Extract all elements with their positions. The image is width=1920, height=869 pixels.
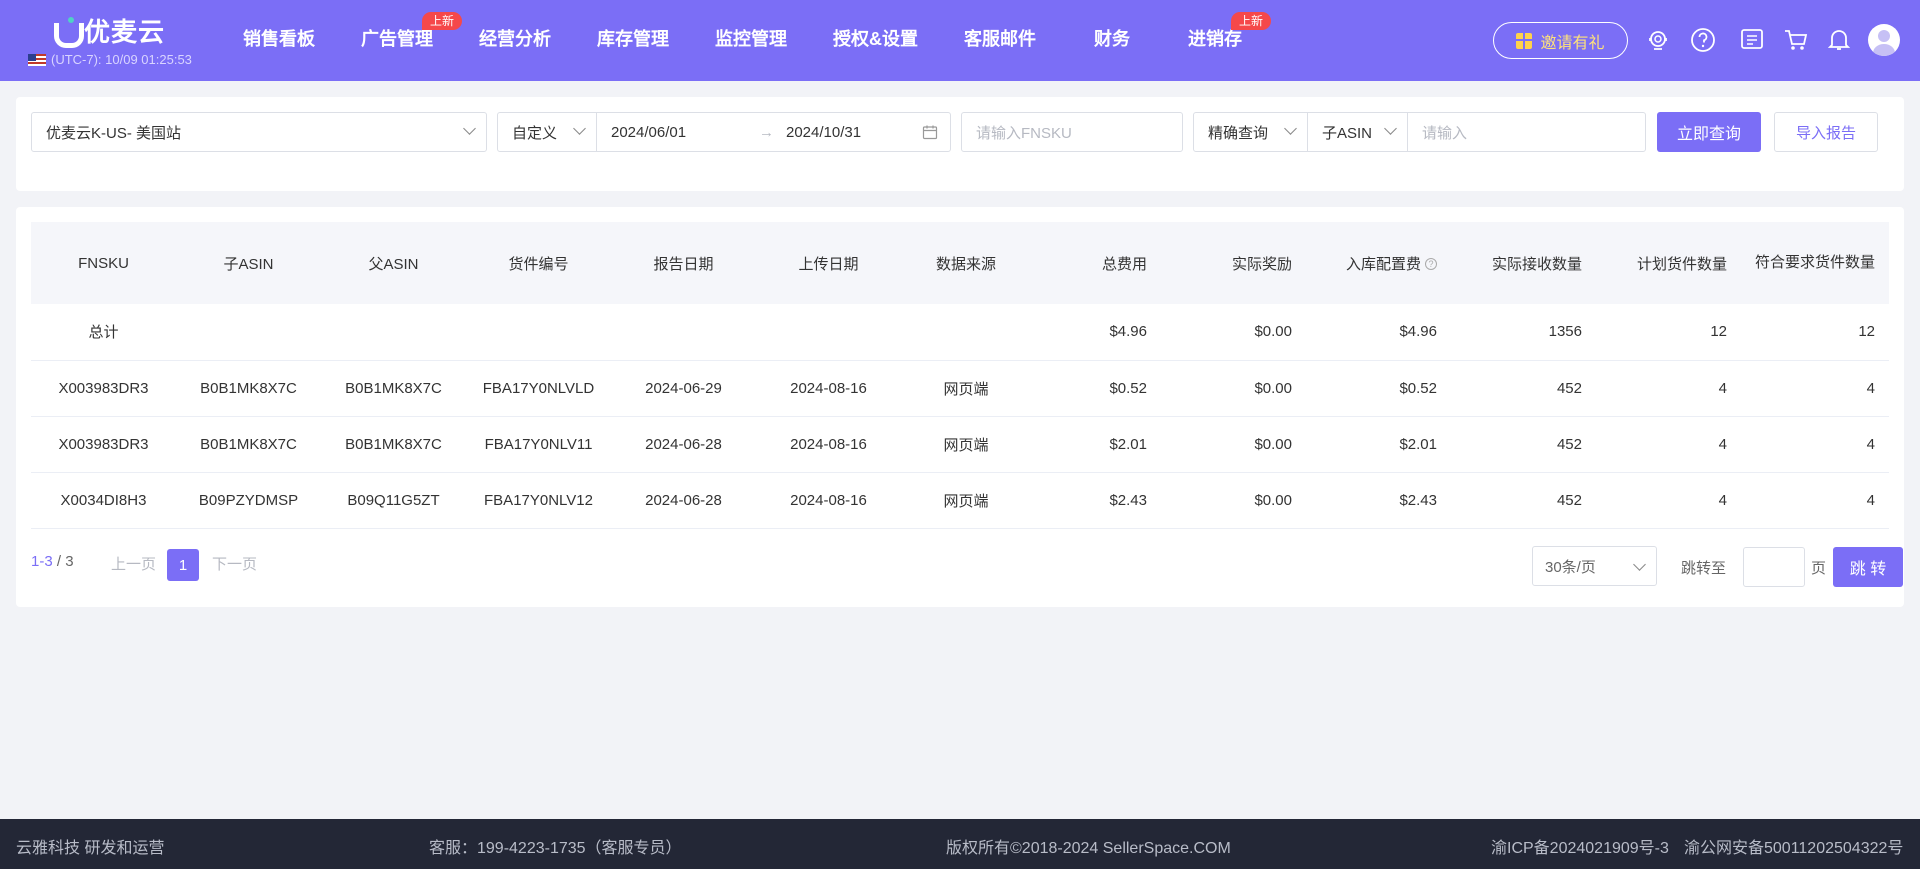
logo[interactable]: 优麦云 — [52, 12, 165, 49]
help-icon[interactable]: ? — [1425, 257, 1437, 270]
col-actual-reward: 实际奖励 — [1231, 255, 1292, 273]
date-mode-select[interactable]: 自定义 — [497, 112, 597, 152]
col-data-source: 数据来源 — [935, 255, 996, 273]
nav-purchase-sales-stock[interactable]: 进销存 上新 — [1165, 0, 1271, 81]
timezone-clock: (UTC-7): 10/09 01:25:53 — [28, 52, 192, 67]
jump-to-label: 跳转至 — [1681, 560, 1727, 577]
gift-icon — [1516, 32, 1533, 49]
field-select[interactable]: 子ASIN — [1307, 112, 1408, 152]
nav-finance[interactable]: 财务 — [1059, 0, 1165, 81]
us-flag-icon — [28, 53, 46, 66]
next-page-link[interactable]: 下一页 — [212, 553, 257, 574]
chevron-down-icon — [1284, 122, 1297, 135]
col-child-asin: 子ASIN — [223, 255, 274, 273]
table-header: FNSKU 子ASIN 父ASIN 货件编号 报告日期 上传日期 数据来源 总费… — [31, 222, 1889, 304]
page-number-current[interactable]: 1 — [167, 549, 199, 581]
table-row: X003983DR3 B0B1MK8X7C B0B1MK8X7C FBA17Y0… — [31, 360, 1889, 416]
nav-inventory[interactable]: 库存管理 — [574, 0, 692, 81]
table-row: X003983DR3 B0B1MK8X7C B0B1MK8X7C FBA17Y0… — [31, 416, 1889, 472]
top-navbar: 优麦云 (UTC-7): 10/09 01:25:53 销售看板 广告管理 上新 … — [0, 0, 1920, 81]
match-mode-select[interactable]: 精确查询 — [1193, 112, 1308, 152]
footer-icp[interactable]: 渝ICP备2024021909号-3 — [1491, 834, 1669, 858]
col-planned-qty: 计划货件数量 — [1636, 255, 1727, 273]
main-nav: 销售看板 广告管理 上新 经营分析 库存管理 监控管理 授权&设置 客服邮件 财务… — [220, 0, 1271, 81]
store-select[interactable]: 优麦云K-US- 美国站 — [31, 112, 487, 152]
nav-business-analysis[interactable]: 经营分析 — [456, 0, 574, 81]
filter-panel: 优麦云K-US- 美国站 自定义 2024/06/01 → 2024/10/31… — [16, 97, 1904, 191]
fnsku-input[interactable]: 请输入FNSKU — [961, 112, 1183, 152]
page-count: 1-3 / 3 — [31, 553, 74, 570]
results-table: FNSKU 子ASIN 父ASIN 货件编号 报告日期 上传日期 数据来源 总费… — [31, 222, 1889, 529]
date-range-picker[interactable]: 2024/06/01 → 2024/10/31 — [596, 112, 951, 152]
nav-ads-management[interactable]: 广告管理 上新 — [338, 0, 462, 81]
logo-text: 优麦云 — [84, 17, 166, 47]
footer: 云雅科技 研发和运营 客服：199-4223-1735（客服专员） 版权所有©2… — [0, 819, 1920, 869]
chevron-down-icon — [1384, 122, 1397, 135]
new-badge: 上新 — [1230, 12, 1271, 30]
pagination: 1-3 / 3 上一页 1 下一页 30条/页 跳转至 页 跳 转 — [31, 542, 1903, 587]
help-icon[interactable] — [1690, 27, 1716, 53]
jump-page-input[interactable] — [1743, 547, 1805, 587]
col-received-qty: 实际接收数量 — [1491, 255, 1582, 273]
col-parent-asin: 父ASIN — [368, 255, 419, 273]
date-start: 2024/06/01 — [611, 123, 687, 141]
nav-monitoring[interactable]: 监控管理 — [692, 0, 810, 81]
date-end: 2024/10/31 — [786, 123, 862, 141]
nav-auth-settings[interactable]: 授权&设置 — [810, 0, 941, 81]
search-button[interactable]: 立即查询 — [1657, 112, 1761, 152]
chevron-down-icon — [463, 122, 476, 135]
page-size-select[interactable]: 30条/页 — [1532, 546, 1657, 586]
footer-police[interactable]: 渝公网安备50011202504322号 — [1684, 834, 1903, 858]
keyword-input[interactable]: 请输入 — [1407, 112, 1646, 152]
range-arrow-icon: → — [759, 123, 774, 141]
col-qualified-qty: 符合要求货件数量 — [1755, 254, 1876, 271]
nav-sales-dashboard[interactable]: 销售看板 — [220, 0, 338, 81]
cart-icon[interactable] — [1783, 27, 1809, 53]
footer-service: 客服：199-4223-1735（客服专员） — [429, 840, 682, 857]
chevron-down-icon — [573, 122, 586, 135]
footer-company: 云雅科技 研发和运营 — [16, 840, 165, 857]
total-row: 总计 $4.96 $0.00 $4.96 1356 12 12 — [31, 304, 1889, 360]
col-inbound-fee: 入库配置费? — [1306, 222, 1451, 304]
nav-service-email[interactable]: 客服邮件 — [941, 0, 1059, 81]
col-shipment-id: 货件编号 — [508, 255, 569, 273]
page-unit-label: 页 — [1811, 560, 1827, 577]
message-icon[interactable] — [1739, 27, 1765, 53]
jump-button[interactable]: 跳 转 — [1833, 547, 1903, 587]
import-report-button[interactable]: 导入报告 — [1774, 112, 1878, 152]
avatar-icon[interactable] — [1868, 24, 1900, 56]
invite-button[interactable]: 邀请有礼 — [1493, 22, 1628, 59]
footer-copyright: 版权所有©2018-2024 SellerSpace.COM — [946, 840, 1231, 857]
support-icon[interactable] — [1645, 27, 1671, 53]
col-upload-date: 上传日期 — [798, 255, 859, 273]
logo-icon — [52, 16, 84, 48]
col-fnsku: FNSKU — [78, 254, 129, 272]
col-total-fee: 总费用 — [1101, 255, 1147, 273]
col-report-date: 报告日期 — [653, 255, 714, 273]
prev-page-link[interactable]: 上一页 — [111, 553, 156, 574]
calendar-icon — [922, 124, 938, 144]
timezone-text: (UTC-7): 10/09 01:25:53 — [51, 52, 192, 67]
table-row: X0034DI8H3 B09PZYDMSP B09Q11G5ZT FBA17Y0… — [31, 472, 1889, 528]
bell-icon[interactable] — [1826, 27, 1852, 53]
results-panel: FNSKU 子ASIN 父ASIN 货件编号 报告日期 上传日期 数据来源 总费… — [16, 207, 1904, 607]
chevron-down-icon — [1633, 558, 1646, 571]
